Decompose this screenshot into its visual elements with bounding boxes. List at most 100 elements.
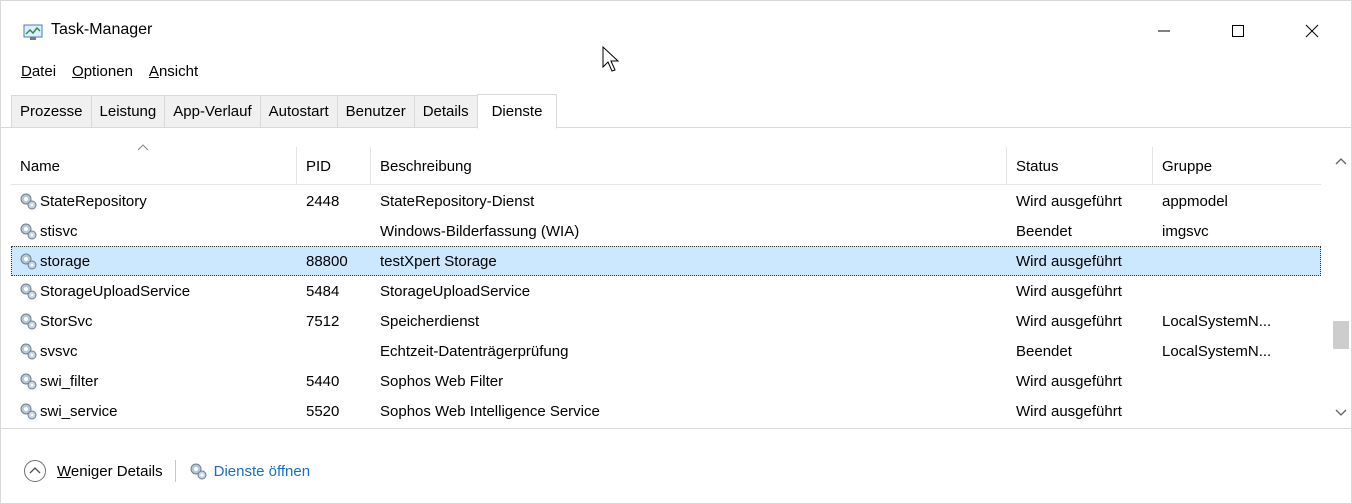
table-row[interactable]: StateRepository 2448 StateRepository-Diens…: [11, 186, 1321, 216]
cell-name: StateRepository: [19, 186, 295, 216]
table-row[interactable]: svsvc Echtzeit-Datenträgerprüfung Beendet L…: [11, 336, 1321, 366]
service-gear-icon: [20, 403, 37, 420]
cell-group: [1162, 276, 1320, 306]
cell-text-pid: 5520: [306, 402, 340, 420]
menu-ansicht[interactable]: Ansicht: [141, 61, 206, 87]
footer-divider: [1, 428, 1351, 429]
maximize-icon: [1232, 25, 1244, 37]
table-row[interactable]: stisvc Windows-Bilderfassung (WIA) Beendet…: [11, 216, 1321, 246]
cell-text-status: Wird ausgeführt: [1016, 252, 1122, 270]
cell-desc: StateRepository-Dienst: [380, 186, 1000, 216]
cell-text-name: StateRepository: [40, 192, 147, 210]
scroll-down-button[interactable]: [1331, 403, 1351, 423]
cell-text-name: swi_service: [40, 402, 118, 420]
collapse-circle-icon[interactable]: [23, 459, 47, 483]
service-gear-icon: [20, 373, 37, 390]
minimize-icon: [1158, 30, 1170, 32]
cell-status: Wird ausgeführt: [1016, 246, 1152, 276]
footer-separator: [174, 460, 176, 482]
window-title: Task-Manager: [51, 21, 153, 38]
minimize-button[interactable]: [1141, 11, 1187, 51]
cell-text-desc: StateRepository-Dienst: [380, 192, 535, 210]
table-row[interactable]: swi_filter 5440 Sophos Web Filter Wird ausg…: [11, 366, 1321, 396]
menu-datei[interactable]: Datei: [13, 61, 64, 87]
cell-status: Beendet: [1016, 336, 1152, 366]
cell-desc: Sophos Web Filter: [380, 366, 1000, 396]
column-header-beschreibung[interactable]: Beschreibung: [371, 147, 1007, 185]
cell-pid: [306, 216, 370, 246]
chevron-down-icon: [1335, 409, 1347, 416]
tab-dienste[interactable]: Dienste: [476, 94, 558, 129]
cell-text-name: swi_filter: [40, 372, 99, 390]
service-gear-icon: [20, 283, 37, 300]
tab-leistung[interactable]: Leistung: [90, 95, 165, 128]
scrollbar-thumb[interactable]: [1333, 321, 1349, 349]
cell-text-name: stisvc: [40, 222, 78, 240]
cell-text-status: Wird ausgeführt: [1016, 192, 1122, 210]
cell-desc: StorageUploadService: [380, 276, 1000, 306]
cell-group: LocalSystemN...: [1162, 336, 1320, 366]
maximize-button[interactable]: [1215, 11, 1261, 51]
table-row[interactable]: swi_service 5520 Sophos Web Intelligence S…: [11, 396, 1321, 426]
column-header-status[interactable]: Status: [1007, 147, 1153, 185]
cell-group: [1162, 396, 1320, 426]
cell-text-desc: Sophos Web Intelligence Service: [380, 402, 600, 420]
cell-text-group: imgsvc: [1162, 222, 1209, 240]
column-header-pid[interactable]: PID: [297, 147, 371, 185]
cell-name: StorSvc: [19, 306, 295, 336]
table-row[interactable]: StorageUploadService 5484 StorageUploadSer…: [11, 276, 1321, 306]
cell-desc: Sophos Web Intelligence Service: [380, 396, 1000, 426]
close-button[interactable]: [1289, 11, 1335, 51]
cell-text-pid: 2448: [306, 192, 340, 210]
title-bar[interactable]: Task-Manager: [1, 1, 1351, 57]
fewer-details-button[interactable]: Weniger Details: [57, 463, 163, 480]
tab-autostart[interactable]: Autostart: [259, 95, 337, 128]
cell-text-desc: Echtzeit-Datenträgerprüfung: [380, 342, 569, 360]
table-row[interactable]: storage 88800 testXpert Storage Wird ausgef…: [11, 246, 1321, 276]
cell-text-pid: 7512: [306, 312, 340, 330]
cell-text-desc: testXpert Storage: [380, 252, 497, 270]
cell-text-group: LocalSystemN...: [1162, 312, 1272, 330]
cell-pid: 2448: [306, 186, 370, 216]
cell-group: appmodel: [1162, 186, 1320, 216]
cell-text-pid: 5484: [306, 282, 340, 300]
menu-bar: Datei Optionen Ansicht: [13, 61, 206, 87]
tab-prozesse[interactable]: Prozesse: [11, 95, 91, 128]
scroll-up-button[interactable]: [1331, 151, 1351, 171]
cell-desc: Speicherdienst: [380, 306, 1000, 336]
cell-pid: 5484: [306, 276, 370, 306]
cell-text-status: Beendet: [1016, 222, 1072, 240]
tab-app-verlauf[interactable]: App-Verlauf: [164, 95, 260, 128]
footer-bar: Weniger Details Dienste öffnen: [23, 455, 310, 487]
open-services-link[interactable]: Dienste öffnen: [214, 463, 310, 480]
cell-text-name: storage: [40, 252, 91, 270]
cell-status: Wird ausgeführt: [1016, 396, 1152, 426]
table-header: Name PID Beschreibung Status Gruppe: [11, 144, 1321, 185]
cell-text-status: Beendet: [1016, 342, 1072, 360]
cell-name: svsvc: [19, 336, 295, 366]
cell-pid: 7512: [306, 306, 370, 336]
cell-status: Wird ausgeführt: [1016, 306, 1152, 336]
cell-text-name: StorSvc: [40, 312, 93, 330]
cell-pid: 5440: [306, 366, 370, 396]
cell-pid: 5520: [306, 396, 370, 426]
tab-details[interactable]: Details: [413, 95, 477, 128]
cell-desc: Echtzeit-Datenträgerprüfung: [380, 336, 1000, 366]
cell-name: storage: [19, 246, 295, 276]
column-header-gruppe[interactable]: Gruppe: [1153, 147, 1321, 185]
cell-text-pid: 88800: [306, 252, 348, 270]
cell-text-group: LocalSystemN...: [1162, 342, 1272, 360]
tab-benutzer[interactable]: Benutzer: [336, 95, 414, 128]
vertical-scrollbar[interactable]: [1331, 147, 1351, 427]
cell-text-desc: Speicherdienst: [380, 312, 480, 330]
cell-group: LocalSystemN...: [1162, 306, 1320, 336]
cell-group: imgsvc: [1162, 216, 1320, 246]
cell-text-group: appmodel: [1162, 192, 1228, 210]
table-row[interactable]: StorSvc 7512 Speicherdienst Wird ausgeführt…: [11, 306, 1321, 336]
cell-status: Wird ausgeführt: [1016, 366, 1152, 396]
column-header-name[interactable]: Name: [11, 144, 297, 185]
menu-optionen[interactable]: Optionen: [64, 61, 141, 87]
sort-ascending-icon: [137, 144, 149, 151]
cell-text-desc: StorageUploadService: [380, 282, 531, 300]
cell-name: swi_filter: [19, 366, 295, 396]
